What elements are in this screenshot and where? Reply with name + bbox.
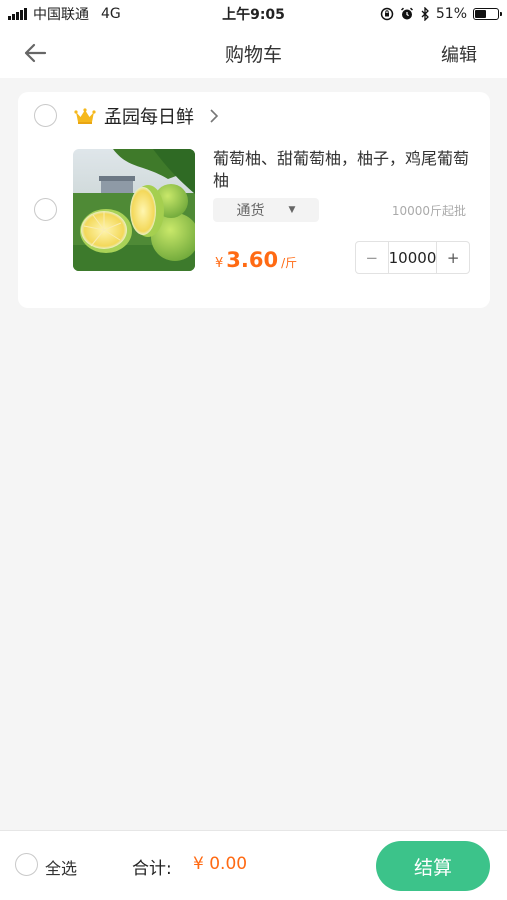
select-all-label[interactable]: 全选 [45,855,77,879]
nav-bar: 购物车 编辑 [0,28,507,78]
total-value: ¥ 0.00 [193,854,248,874]
checkout-button[interactable]: 结算 [376,841,490,891]
carrier-label: 中国联通 [33,7,89,23]
chevron-right-icon [210,109,219,123]
battery-percent: 51% [435,6,467,22]
spec-select[interactable]: 通货 ▼ [213,198,319,222]
product-title[interactable]: 葡萄柚、甜葡萄柚，柚子，鸡尾葡萄柚 [213,148,473,192]
total-label: 合计: [132,859,172,879]
status-bar: 中国联通 4G 上午9:05 51% [0,0,507,28]
select-all-radio[interactable] [15,853,38,876]
price-value: 3.60 [226,248,279,272]
signal-icon [8,8,27,20]
alarm-icon [400,7,413,20]
status-right: 51% [380,6,502,22]
battery-fill [475,10,487,18]
shop-name: 孟园每日鲜 [104,107,194,128]
back-button[interactable] [20,39,50,67]
increase-button[interactable]: + [437,242,469,273]
edit-button[interactable]: 编辑 [441,41,477,67]
product-image[interactable] [73,149,195,271]
bluetooth-icon [421,7,429,21]
shop-card: 孟园每日鲜 葡萄柚、甜葡萄柚，柚子，鸡尾葡萄柚 通货 ▼ 10000斤起批 ¥ … [18,92,490,308]
price-currency: ¥ [215,256,224,271]
decrease-button[interactable]: − [356,242,388,273]
arrow-left-icon [24,43,47,63]
battery-icon [473,8,502,20]
grapefruit-photo [73,149,195,271]
quantity-input[interactable]: 10000 [387,242,438,273]
shop-select-radio[interactable] [34,104,57,127]
orientation-lock-icon [380,7,394,21]
network-label: 4G [101,6,121,22]
status-left: 中国联通 4G [8,4,121,24]
crown-icon [74,108,96,124]
item-select-radio[interactable] [34,198,57,221]
quantity-stepper: − 10000 + [355,241,470,274]
spec-value: 通货 [236,203,265,219]
shop-header[interactable]: 孟园每日鲜 [74,102,220,130]
page-title: 购物车 [224,43,282,66]
checkout-bar: 全选 合计: ¥ 0.00 结算 [0,830,507,900]
min-order-label: 10000斤起批 [391,204,466,218]
price-unit: /斤 [281,256,298,270]
price: ¥ 3.60 /斤 [215,248,297,272]
caret-down-icon: ▼ [288,205,296,215]
